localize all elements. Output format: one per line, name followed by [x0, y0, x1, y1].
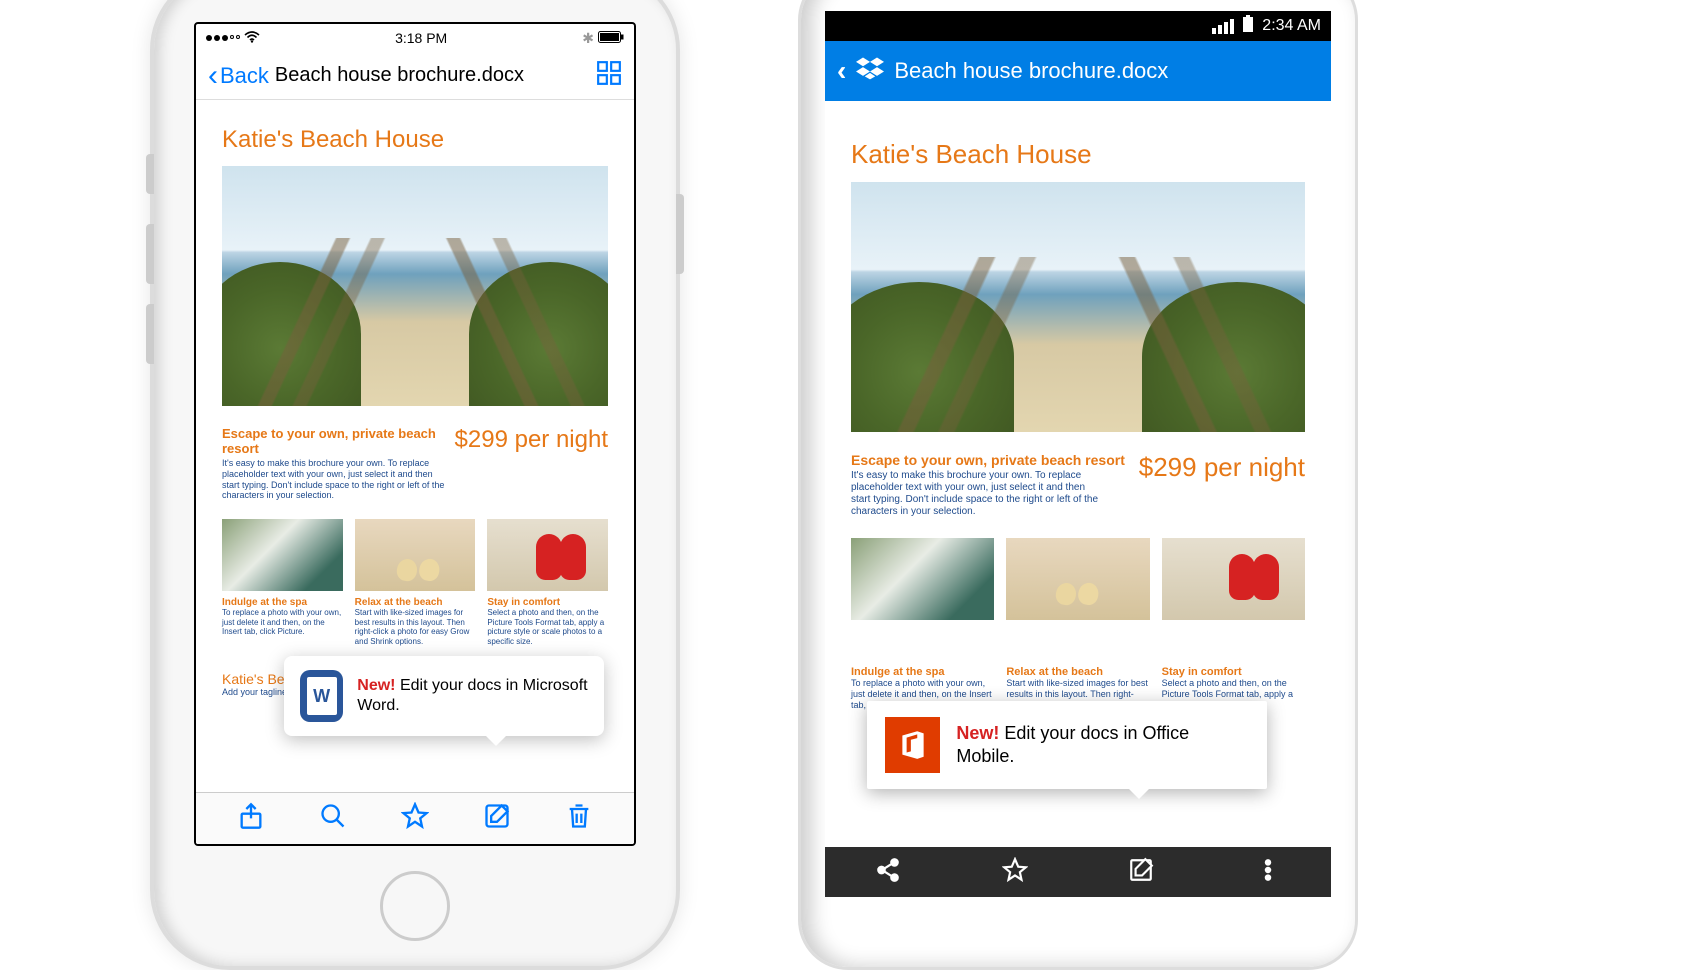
tooltip-new: New!	[956, 723, 999, 743]
thumb-caption: Indulge at the spa	[851, 666, 994, 678]
wifi-icon	[244, 30, 260, 46]
hero-image	[851, 182, 1305, 432]
thumb-caption: Relax at the beach	[1006, 666, 1149, 678]
signal-icon	[1212, 19, 1234, 34]
status-time: 3:18 PM	[395, 30, 447, 46]
thumb-comfort: Stay in comfort Select a photo and then,…	[487, 519, 608, 646]
thumb-image	[1162, 538, 1305, 620]
status-time: 2:34 AM	[1262, 17, 1321, 35]
edit-in-word-tooltip[interactable]: W New! Edit your docs in Microsoft Word.	[284, 656, 604, 736]
nav-title: Beach house brochure.docx	[894, 58, 1168, 84]
android-frame: 2:34 AM ‹ Beach house brochure.docx Kati…	[798, 0, 1358, 970]
thumb-beach: Relax at the beach Start with like-sized…	[1006, 538, 1149, 710]
dropbox-icon	[856, 54, 884, 88]
ios-status-bar: 3:18 PM ✱	[196, 24, 634, 52]
back-label: Back	[220, 63, 269, 89]
grid-view-button[interactable]	[596, 60, 622, 91]
bluetooth-icon: ✱	[582, 30, 594, 47]
home-button[interactable]	[380, 871, 450, 941]
signal-dots-icon	[206, 35, 240, 41]
tooltip-new: New!	[357, 677, 395, 694]
android-toolbar	[825, 847, 1331, 897]
android-status-bar: 2:34 AM	[825, 11, 1331, 41]
back-button[interactable]: ‹ Back	[208, 63, 269, 89]
favorite-button[interactable]	[401, 802, 429, 835]
thumb-image	[487, 519, 608, 591]
thumb-desc: Select a photo and then, on the Picture …	[487, 608, 608, 646]
battery-icon	[1242, 15, 1254, 38]
word-app-icon: W	[300, 670, 343, 722]
favorite-button[interactable]	[1002, 857, 1028, 888]
thumb-desc: Start with like-sized images for best re…	[355, 608, 476, 646]
ios-toolbar	[196, 792, 634, 844]
escape-heading: Escape to your own, private beach resort	[222, 426, 455, 456]
thumb-image	[355, 519, 476, 591]
search-button[interactable]	[319, 802, 347, 835]
price-text: $299 per night	[455, 426, 608, 454]
price-text: $299 per night	[1139, 452, 1305, 483]
doc-title: Katie's Beach House	[222, 126, 608, 154]
share-button[interactable]	[237, 802, 265, 835]
edit-button[interactable]	[1128, 857, 1154, 888]
thumb-image	[1006, 538, 1149, 620]
edit-button[interactable]	[483, 802, 511, 835]
document-preview: Katie's Beach House Escape to your own, …	[825, 101, 1331, 847]
thumb-caption: Relax at the beach	[355, 597, 476, 608]
android-screen: 2:34 AM ‹ Beach house brochure.docx Kati…	[825, 11, 1331, 897]
thumb-caption: Stay in comfort	[1162, 666, 1305, 678]
thumb-spa: Indulge at the spa To replace a photo wi…	[222, 519, 343, 646]
tooltip-message: New! Edit your docs in Microsoft Word.	[357, 676, 588, 716]
nav-title: Beach house brochure.docx	[275, 64, 590, 87]
ios-screen: 3:18 PM ✱ ‹ Back Beach house brochure.do…	[194, 22, 636, 846]
thumb-comfort: Stay in comfort Select a photo and then,…	[1162, 538, 1305, 710]
thumb-image	[222, 519, 343, 591]
tooltip-message: New! Edit your docs in Office Mobile.	[956, 722, 1249, 769]
thumb-desc: To replace a photo with your own, just d…	[222, 608, 343, 637]
document-preview: Katie's Beach House Escape to your own, …	[196, 100, 634, 792]
escape-body: It's easy to make this brochure your own…	[851, 470, 1101, 518]
back-button[interactable]: ‹	[837, 55, 846, 87]
delete-button[interactable]	[565, 802, 593, 835]
escape-heading: Escape to your own, private beach resort	[851, 452, 1139, 468]
thumb-caption: Stay in comfort	[487, 597, 608, 608]
escape-body: It's easy to make this brochure your own…	[222, 458, 452, 501]
share-button[interactable]	[875, 857, 901, 888]
edit-in-office-tooltip[interactable]: New! Edit your docs in Office Mobile.	[867, 701, 1267, 789]
doc-title: Katie's Beach House	[851, 139, 1305, 170]
battery-icon	[598, 30, 624, 46]
hero-image	[222, 166, 608, 406]
android-nav-bar: ‹ Beach house brochure.docx	[825, 41, 1331, 101]
thumb-spa: Indulge at the spa To replace a photo wi…	[851, 538, 994, 710]
thumb-image	[851, 538, 994, 620]
thumb-beach: Relax at the beach Start with like-sized…	[355, 519, 476, 646]
office-app-icon	[885, 717, 940, 773]
thumb-caption: Indulge at the spa	[222, 597, 343, 608]
ios-nav-bar: ‹ Back Beach house brochure.docx	[196, 52, 634, 100]
chevron-left-icon: ‹	[208, 68, 218, 83]
overflow-menu-button[interactable]	[1255, 857, 1281, 888]
iphone-frame: 3:18 PM ✱ ‹ Back Beach house brochure.do…	[150, 0, 680, 970]
